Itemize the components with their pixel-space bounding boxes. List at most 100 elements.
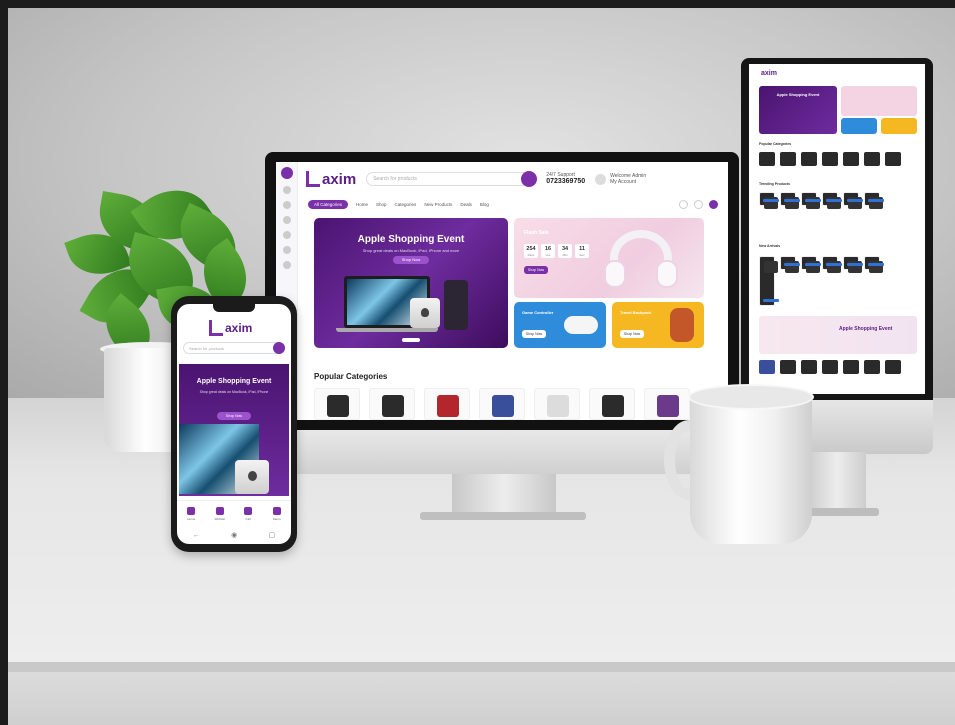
flash-sale-title: Flash Sale xyxy=(524,230,549,236)
tall-mini-tile[interactable] xyxy=(843,360,859,374)
countdown-hours: 16 Hrs xyxy=(541,244,555,258)
logo-text: axim xyxy=(322,170,357,188)
android-nav-bar: ← ◉ ▢ xyxy=(177,526,291,544)
home-circle-icon[interactable]: ◉ xyxy=(231,531,237,539)
product-card[interactable] xyxy=(759,192,779,209)
mobile-logo-text: axim xyxy=(225,321,253,335)
category-tile-laptops[interactable] xyxy=(424,388,470,420)
category-tile-components[interactable] xyxy=(369,388,415,420)
monitor-foot xyxy=(420,512,586,520)
menu-icon xyxy=(272,506,281,515)
product-card[interactable] xyxy=(843,256,863,273)
cart-icon[interactable] xyxy=(709,199,718,209)
account-menu[interactable]: Welcome Admin My Account xyxy=(595,173,646,185)
tall-mini-tile[interactable] xyxy=(885,360,901,374)
nav-link-blog[interactable]: Blog xyxy=(480,202,489,207)
nav-link-categories[interactable]: Categories xyxy=(395,202,417,207)
product-card[interactable] xyxy=(822,256,842,273)
search-icon[interactable] xyxy=(521,171,538,187)
main-nav: All Categories Home Shop Categories New … xyxy=(298,196,728,212)
hero-banner[interactable]: Apple Shopping Event Shop great deals on… xyxy=(314,218,508,348)
mobile-hero-subtitle: Shop great deals on MacBook, iPad, iPhon… xyxy=(199,390,269,394)
category-tile-tablets[interactable] xyxy=(479,388,525,420)
controller-promo-button[interactable]: Shop Now xyxy=(522,330,546,338)
tall-logo[interactable]: axim xyxy=(761,70,777,77)
product-card[interactable] xyxy=(801,192,821,209)
tall-category-tile[interactable] xyxy=(801,152,817,166)
product-card[interactable] xyxy=(843,192,863,209)
tall-mini-tile[interactable] xyxy=(864,360,880,374)
product-card[interactable] xyxy=(780,256,800,273)
tall-category-tile[interactable] xyxy=(822,152,838,166)
tall-mini-tile[interactable] xyxy=(801,360,817,374)
category-tile-cameras[interactable] xyxy=(589,388,635,420)
site-logo[interactable]: axim xyxy=(306,171,356,188)
hero-title: Apple Shopping Event xyxy=(357,234,465,245)
countdown-seconds: 11 Sec xyxy=(575,244,589,258)
rail-user-icon[interactable] xyxy=(282,201,291,209)
backpack-promo[interactable]: Travel Backpack Shop Now xyxy=(612,302,704,348)
product-card[interactable] xyxy=(801,256,821,273)
tall-screen: axim Apple Shopping Event Popular Catego… xyxy=(749,64,925,394)
rail-help-icon[interactable] xyxy=(282,261,291,269)
cart-icon xyxy=(244,506,253,515)
product-card[interactable] xyxy=(759,256,779,306)
hero-shop-button[interactable]: Shop Now xyxy=(393,256,429,264)
tall-category-tile[interactable] xyxy=(864,152,880,166)
nav-link-new-products[interactable]: New Products xyxy=(424,202,452,207)
rail-heart-icon[interactable] xyxy=(282,216,291,224)
mobile-search-icon[interactable] xyxy=(273,342,285,354)
nav-link-shop[interactable]: Shop xyxy=(376,202,387,207)
wishlist-icon[interactable] xyxy=(694,199,703,209)
nav-link-home[interactable]: Home xyxy=(356,202,368,207)
mobile-search-input[interactable]: Search for products xyxy=(183,342,285,354)
category-tile-headphones[interactable] xyxy=(314,388,360,420)
flash-sale-button[interactable]: Shop Now xyxy=(524,266,548,274)
tall-category-tile[interactable] xyxy=(843,152,859,166)
tall-hero-banner[interactable]: Apple Shopping Event xyxy=(759,86,837,134)
compare-icon[interactable] xyxy=(679,199,688,209)
mobile-hero-banner[interactable]: Apple Shopping Event Shop great deals on… xyxy=(179,364,289,496)
rail-home-icon[interactable] xyxy=(282,186,291,194)
product-card[interactable] xyxy=(864,192,884,209)
controller-promo[interactable]: Game Controller Shop Now xyxy=(514,302,606,348)
tall-promo-orange[interactable] xyxy=(881,118,917,134)
tab-home[interactable]: Home xyxy=(183,506,199,521)
product-card[interactable] xyxy=(864,256,884,273)
rail-settings-icon[interactable] xyxy=(282,246,291,254)
tall-mini-tile[interactable] xyxy=(822,360,838,374)
product-card[interactable] xyxy=(822,192,842,209)
tab-menu[interactable]: Menu xyxy=(269,506,285,521)
tall-category-row xyxy=(759,152,901,166)
product-card[interactable] xyxy=(780,192,800,209)
rail-menu-icon[interactable] xyxy=(280,167,293,179)
rail-cart-icon[interactable] xyxy=(282,231,291,239)
category-tile-drones[interactable] xyxy=(534,388,580,420)
category-tile-phones[interactable] xyxy=(644,388,690,420)
back-icon[interactable]: ← xyxy=(193,532,200,539)
tall-category-tile[interactable] xyxy=(885,152,901,166)
logo-mark-icon xyxy=(306,171,320,187)
tall-promo-pink[interactable] xyxy=(841,86,917,116)
tall-category-tile[interactable] xyxy=(759,152,775,166)
tall-apple-banner[interactable]: Apple Shopping Event xyxy=(759,316,917,354)
backpack-promo-button[interactable]: Shop Now xyxy=(620,330,644,338)
tab-wishlist[interactable]: Wishlist xyxy=(212,506,228,521)
tab-cart[interactable]: Cart xyxy=(240,506,256,521)
flash-sale-banner[interactable]: Flash Sale 254 Days 16 Hrs 34 Min 11 Sec Sho… xyxy=(514,218,704,298)
recents-icon[interactable]: ▢ xyxy=(269,531,276,539)
tall-promo-blue[interactable] xyxy=(841,118,877,134)
search-input[interactable]: Search for products xyxy=(366,171,538,187)
mobile-hero-button[interactable]: Shop Now xyxy=(217,412,251,420)
tall-monitor-stand xyxy=(808,452,866,510)
tall-category-tile[interactable] xyxy=(780,152,796,166)
tall-section-label: Trending Products xyxy=(759,182,790,186)
mockup-scene: axim Search for products 24/7 Support 07… xyxy=(0,0,955,725)
all-categories-button[interactable]: All Categories xyxy=(308,199,349,209)
controller-image xyxy=(564,316,598,334)
mobile-logo[interactable]: axim xyxy=(209,320,252,336)
nav-link-deals[interactable]: Deals xyxy=(460,202,472,207)
tall-mini-tile[interactable] xyxy=(759,360,775,374)
tall-mini-tile[interactable] xyxy=(780,360,796,374)
carousel-dots[interactable] xyxy=(402,338,420,342)
